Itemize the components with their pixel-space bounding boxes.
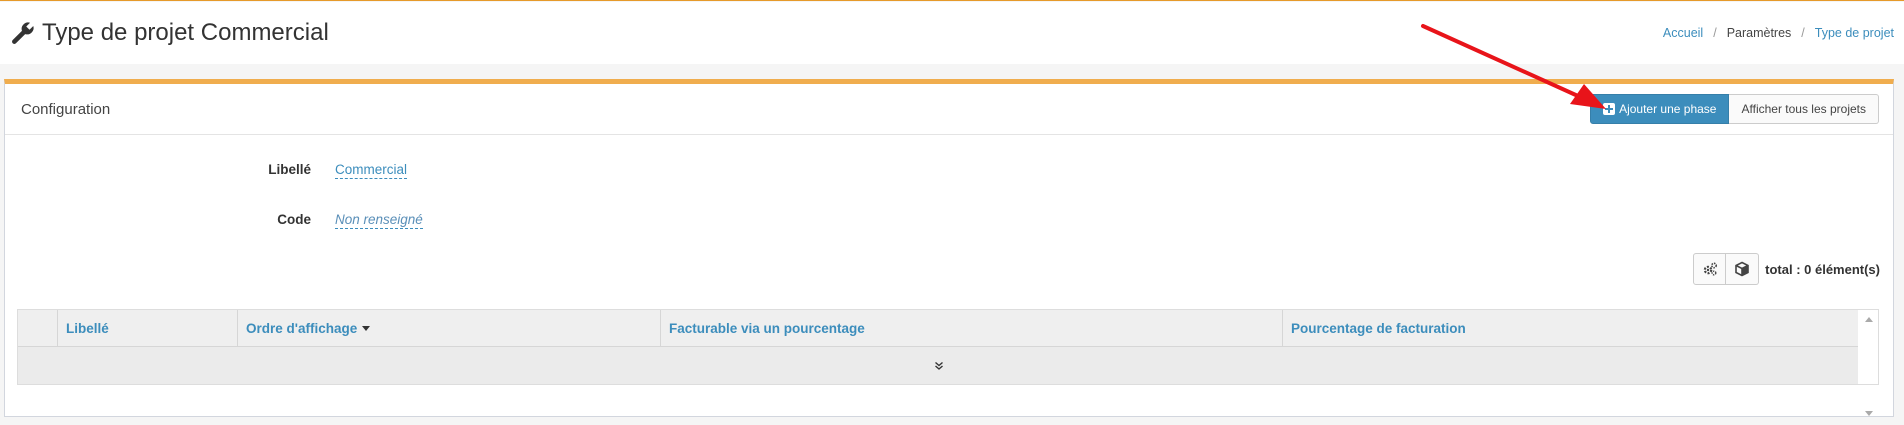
grid-body-empty (18, 347, 1859, 384)
breadcrumb-parametres: Paramètres (1726, 26, 1792, 40)
action-button-group: Ajouter une phase Afficher tous les proj… (1590, 94, 1879, 124)
column-header-label: Ordre d'affichage (246, 320, 358, 336)
grid-tools: total : 0 élément(s) (1693, 253, 1880, 285)
cogs-icon (1703, 262, 1717, 276)
field-label-libelle: Libellé (268, 162, 311, 177)
page-title: Type de projet Commercial (10, 19, 329, 47)
grid-header: Libellé Ordre d'affichage Facturable via… (18, 310, 1859, 347)
field-label-code: Code (277, 212, 311, 227)
breadcrumb: Accueil / Paramètres / Type de projet (1663, 26, 1894, 40)
add-phase-button[interactable]: Ajouter une phase (1590, 94, 1730, 124)
column-header-libelle[interactable]: Libellé (58, 310, 238, 346)
breadcrumb-separator: / (1801, 26, 1805, 40)
add-phase-label: Ajouter une phase (1619, 102, 1717, 116)
double-chevron-down-icon[interactable] (934, 361, 944, 371)
column-header-label: Facturable via un pourcentage (669, 320, 865, 336)
breadcrumb-home-link[interactable]: Accueil (1663, 26, 1703, 40)
box-title: Configuration (21, 101, 111, 118)
page-header: Type de projet Commercial Accueil / Para… (0, 2, 1904, 64)
grid-scrollbar[interactable] (1858, 310, 1878, 416)
column-header-pourcentage[interactable]: Pourcentage de facturation (1283, 310, 1859, 346)
column-selector[interactable] (18, 310, 58, 346)
wrench-icon (12, 22, 34, 44)
box-header: Configuration Ajouter une phase Afficher… (5, 84, 1893, 135)
breadcrumb-separator: / (1713, 26, 1717, 40)
phases-grid: Libellé Ordre d'affichage Facturable via… (17, 309, 1879, 416)
show-all-projects-button[interactable]: Afficher tous les projets (1729, 94, 1879, 124)
cube-icon (1735, 261, 1749, 277)
scroll-up-icon[interactable] (1865, 317, 1873, 322)
sort-desc-icon (362, 325, 371, 331)
breadcrumb-type-projet-link[interactable]: Type de projet (1815, 26, 1894, 40)
field-value-libelle[interactable]: Commercial (335, 162, 408, 179)
column-header-facturable[interactable]: Facturable via un pourcentage (661, 310, 1283, 346)
page-title-text: Type de projet Commercial (42, 19, 329, 46)
settings-button[interactable] (1693, 253, 1727, 285)
column-header-ordre[interactable]: Ordre d'affichage (238, 310, 661, 346)
column-header-label: Libellé (66, 320, 109, 336)
total-count: total : 0 élément(s) (1765, 261, 1880, 277)
export-button[interactable] (1726, 253, 1760, 285)
field-value-code[interactable]: Non renseigné (335, 212, 423, 229)
show-all-projects-label: Afficher tous les projets (1741, 102, 1866, 116)
scroll-down-icon[interactable] (1865, 411, 1873, 416)
column-header-label: Pourcentage de facturation (1291, 320, 1466, 336)
configuration-box: Configuration Ajouter une phase Afficher… (4, 79, 1894, 417)
plus-square-icon (1603, 103, 1616, 115)
